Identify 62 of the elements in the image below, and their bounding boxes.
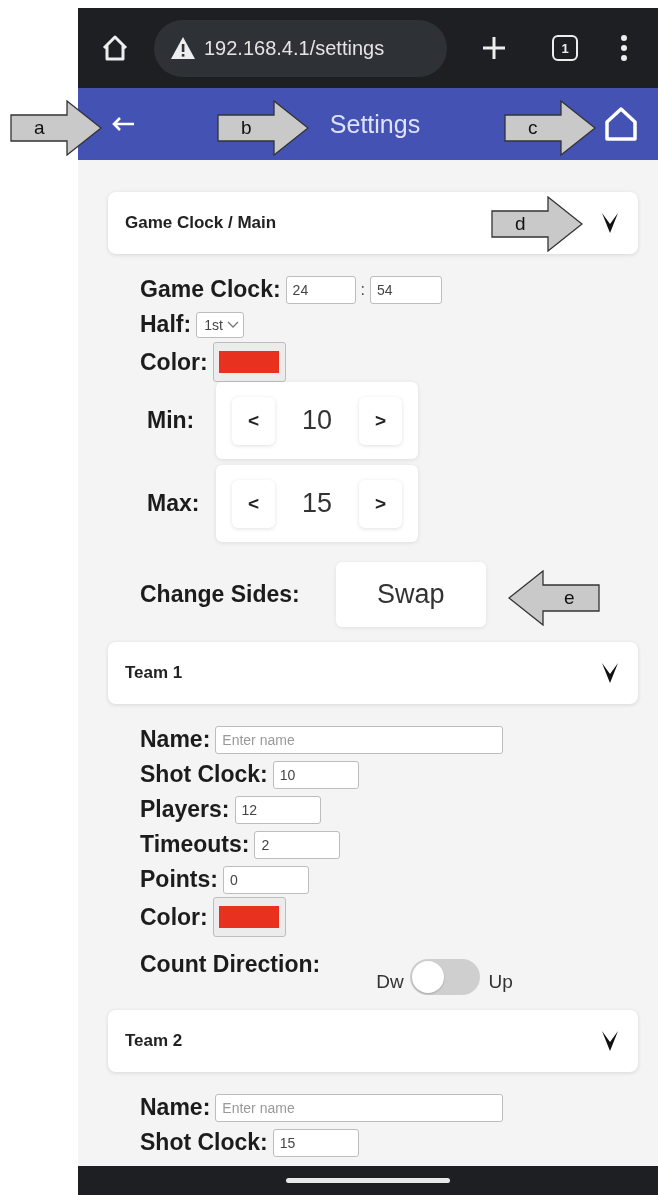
text-field[interactable]: 10 — [272, 760, 359, 789]
field-label: Count Direction: — [140, 951, 321, 978]
section-title: Team 2 — [125, 1031, 183, 1051]
caret-icon — [226, 320, 239, 329]
toggle-on-label: Up — [488, 971, 513, 993]
section-header[interactable]: Team 1 — [108, 642, 638, 704]
decrement-button[interactable]: < — [232, 479, 275, 528]
toggle-off-label: Dw — [376, 971, 404, 993]
field-label: Min: — [146, 407, 196, 434]
color-picker[interactable] — [212, 897, 286, 937]
callout-label: b — [241, 117, 252, 139]
address-bar[interactable]: 192.168.4.1/settings — [154, 19, 447, 77]
direction-toggle[interactable] — [409, 959, 480, 995]
callout-label: c — [528, 117, 538, 139]
tab-count-button[interactable]: 1 — [552, 35, 578, 61]
field-label: Points: — [140, 866, 218, 893]
callout-label: e — [564, 587, 575, 609]
warning-icon — [170, 36, 196, 60]
stepper-value: 10 — [301, 405, 332, 436]
section-title: Team 1 — [125, 663, 183, 683]
field-label: Game Clock: — [140, 276, 281, 303]
field-label: Color: — [140, 903, 208, 931]
field-label: Change Sides: — [140, 581, 300, 608]
home-icon[interactable] — [604, 106, 638, 142]
text-field[interactable]: Enter name — [215, 1093, 504, 1122]
callout-label: d — [515, 213, 526, 235]
increment-button[interactable]: > — [359, 479, 402, 528]
section-header[interactable]: Team 2 — [108, 1010, 638, 1072]
text-field[interactable]: 12 — [234, 795, 321, 824]
text-field[interactable]: Enter name — [215, 725, 504, 754]
more-menu-icon[interactable] — [620, 34, 628, 62]
minutes-field[interactable]: 24 — [285, 275, 356, 304]
section-title: Game Clock / Main — [125, 213, 277, 233]
field-label: Color: — [140, 348, 208, 376]
home-icon[interactable] — [100, 33, 130, 63]
field-label: Name: — [140, 1094, 211, 1121]
stepper-value: 15 — [301, 488, 332, 519]
field-label: Timeouts: — [140, 831, 250, 858]
text-field[interactable]: 0 — [222, 865, 309, 894]
url-text: 192.168.4.1/settings — [204, 36, 385, 60]
field-label: Players: — [140, 796, 230, 823]
time-separator: : — [360, 280, 366, 299]
field-label: Shot Clock: — [140, 761, 268, 788]
field-label: Name: — [140, 726, 211, 753]
half-dropdown[interactable]: 1st — [196, 311, 244, 338]
increment-button[interactable]: > — [359, 396, 402, 445]
decrement-button[interactable]: < — [232, 396, 275, 445]
chevron-down-icon[interactable] — [602, 1030, 618, 1052]
field-label: Half: — [140, 311, 192, 338]
back-arrow-icon[interactable] — [112, 117, 136, 131]
callout-label: a — [34, 117, 45, 139]
swap-button[interactable]: Swap — [335, 562, 486, 627]
field-label: Max: — [146, 490, 201, 517]
field-label: Shot Clock: — [140, 1129, 268, 1156]
page-title: Settings — [329, 109, 421, 139]
seconds-field[interactable]: 54 — [370, 275, 443, 304]
text-field[interactable]: 15 — [272, 1128, 359, 1157]
text-field[interactable]: 2 — [254, 830, 341, 859]
chevron-down-icon[interactable] — [602, 212, 618, 234]
chevron-down-icon[interactable] — [602, 662, 618, 684]
color-picker[interactable] — [212, 342, 286, 382]
plus-icon[interactable] — [481, 35, 507, 61]
